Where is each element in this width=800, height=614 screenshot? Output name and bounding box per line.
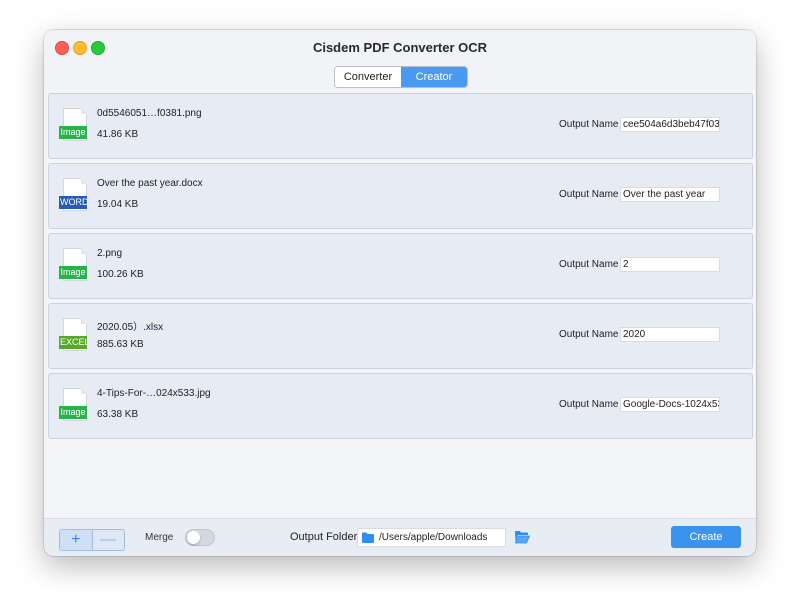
file-name: Over the past year.docx (97, 178, 203, 189)
output-folder-label: Output Folder (290, 531, 358, 543)
file-name: 0d5546051…f0381.png (97, 108, 202, 119)
output-folder-field[interactable]: /Users/apple/Downloads (357, 528, 506, 547)
file-name: 2.png (97, 248, 123, 259)
word-file-icon: WORD (59, 178, 89, 211)
add-remove-control: + — (59, 529, 125, 551)
merge-toggle[interactable] (185, 529, 215, 546)
image-file-icon: Image (59, 108, 87, 141)
file-size: 19.04 KB (97, 199, 139, 210)
file-name: 4-Tips-For-…024x533.jpg (97, 388, 211, 399)
file-row[interactable]: WORD Over the past year.docx 19.04 KB Ou… (48, 163, 753, 229)
file-row[interactable]: EXCEL 2020.05）.xlsx 885.63 KB Output Nam… (48, 303, 753, 369)
file-row[interactable]: Image 2.png 100.26 KB Output Name 2 (48, 233, 753, 299)
file-size: 100.26 KB (97, 269, 144, 280)
output-name-input[interactable]: cee504a6d3beb47f0381 (620, 117, 720, 132)
file-size: 63.38 KB (97, 409, 139, 420)
output-name-label: Output Name (559, 259, 619, 270)
open-folder-icon[interactable] (514, 530, 530, 544)
tab-converter[interactable]: Converter (335, 67, 401, 87)
output-name-label: Output Name (559, 189, 619, 200)
file-type-badge: Image (59, 266, 87, 279)
window-title: Cisdem PDF Converter OCR (312, 40, 488, 55)
output-name-input[interactable]: Google-Docs-1024x533 (620, 397, 720, 412)
output-name-label: Output Name (559, 119, 619, 130)
image-file-icon: Image (59, 248, 87, 281)
image-file-icon: Image (59, 388, 87, 421)
file-type-badge: Image (59, 406, 87, 419)
file-list: Image 0d5546051…f0381.png 41.86 KB Outpu… (44, 90, 756, 518)
file-row[interactable]: Image 4-Tips-For-…024x533.jpg 63.38 KB O… (48, 373, 753, 439)
output-name-label: Output Name (559, 399, 619, 410)
mode-segmented-control: Converter Creator (334, 66, 468, 88)
output-name-input[interactable]: 2 (620, 257, 720, 272)
file-row[interactable]: Image 0d5546051…f0381.png 41.86 KB Outpu… (48, 93, 753, 159)
app-window: Cisdem PDF Converter OCR Converter Creat… (44, 30, 756, 556)
file-type-badge: WORD (59, 196, 89, 209)
bottom-toolbar: + — Merge Output Folder /Users/apple/Dow… (44, 518, 756, 556)
create-button[interactable]: Create (671, 526, 741, 548)
file-size: 41.86 KB (97, 129, 139, 140)
merge-label: Merge (145, 532, 174, 543)
file-type-badge: EXCEL (59, 336, 90, 349)
title-bar: Cisdem PDF Converter OCR Converter Creat… (44, 30, 756, 90)
tab-creator[interactable]: Creator (401, 67, 467, 87)
toggle-knob (187, 531, 200, 544)
output-name-input[interactable]: 2020 (620, 327, 720, 342)
excel-file-icon: EXCEL (59, 318, 90, 351)
file-name: 2020.05）.xlsx (97, 322, 164, 333)
output-name-input[interactable]: Over the past year (620, 187, 720, 202)
output-name-label: Output Name (559, 329, 619, 340)
file-type-badge: Image (59, 126, 87, 139)
add-file-button[interactable]: + (60, 530, 93, 550)
output-folder-path: /Users/apple/Downloads (379, 532, 488, 543)
folder-icon (362, 532, 374, 543)
remove-file-button[interactable]: — (92, 530, 124, 550)
file-size: 885.63 KB (97, 339, 144, 350)
